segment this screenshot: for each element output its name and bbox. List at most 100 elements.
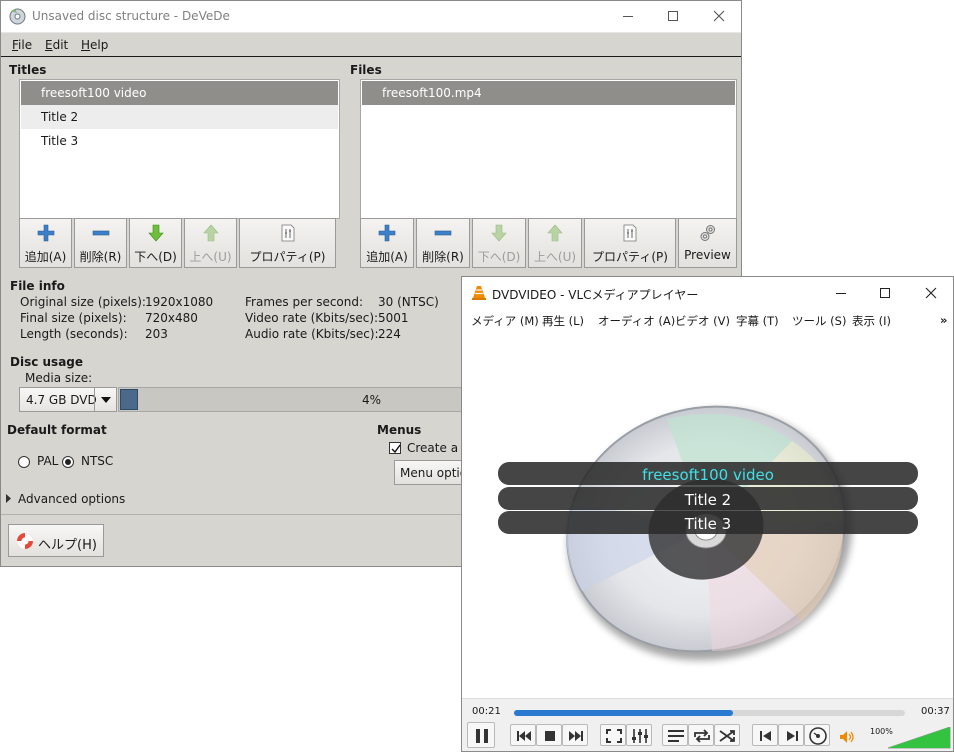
title-row[interactable]: Title 2 <box>21 105 338 129</box>
vlc-menu-media[interactable]: メディア (M) <box>471 313 539 329</box>
vlc-menubar: メディア (M) 再生 (L) オーディオ (A) ビデオ (V) 字幕 (T)… <box>462 309 953 331</box>
vlc-titlebar: DVDVIDEO - VLCメディアプレイヤー <box>462 277 953 309</box>
disc-usage-percent: 4% <box>362 393 382 407</box>
title-add-button[interactable]: 追加(A) <box>19 218 72 268</box>
next-chapter-button[interactable] <box>562 724 588 746</box>
disc-usage-fill <box>120 389 138 410</box>
dvd-menu-item-1[interactable]: freesoft100 video <box>642 466 774 484</box>
vlc-menu-view[interactable]: 表示 (I) <box>852 313 891 329</box>
vlc-window: DVDVIDEO - VLCメディアプレイヤー メディア (M) 再生 (L) … <box>461 276 954 752</box>
devede-titlebar: Unsaved disc structure - DeVeDe <box>1 1 741 33</box>
fps-value: 30 (NTSC) <box>378 295 439 309</box>
volume-slider[interactable] <box>888 727 952 749</box>
disc-menu-icon <box>809 727 827 745</box>
maximize-button[interactable] <box>651 1 697 33</box>
original-size-value: 1920x1080 <box>145 295 214 309</box>
close-icon <box>713 10 725 22</box>
dvd-menu-render: freesoft100 video Title 2 Title 3 <box>498 405 918 661</box>
fps-label: Frames per second: <box>245 295 364 309</box>
shuffle-button[interactable] <box>714 724 740 746</box>
vlc-close-button[interactable] <box>908 277 953 309</box>
seek-bar[interactable] <box>514 710 905 716</box>
frame-forward-icon <box>787 731 798 741</box>
title-move-down-button[interactable]: 下へ(D) <box>129 218 182 268</box>
audio-rate-label: Audio rate (Kbits/sec): <box>245 327 379 341</box>
titles-heading: Titles <box>9 63 47 77</box>
checkmark-icon <box>391 444 401 454</box>
vlc-maximize-button[interactable] <box>863 277 909 309</box>
dvd-menu-item-2[interactable]: Title 2 <box>684 491 731 509</box>
menus-heading: Menus <box>377 423 422 437</box>
preview-button[interactable]: Preview <box>678 218 737 268</box>
devede-menubar: File Edit Help <box>1 33 741 57</box>
vlc-menu-tools[interactable]: ツール (S) <box>792 313 846 329</box>
shuffle-icon <box>719 730 735 742</box>
chevron-down-icon <box>94 388 116 411</box>
file-properties-button[interactable]: プロパティ(P) <box>584 218 676 268</box>
loop-icon <box>694 729 710 743</box>
arrow-up-icon <box>202 224 219 242</box>
files-toolbar: 追加(A) 削除(R) 下へ(D) 上へ(U) プロパティ(P) Preview <box>360 218 737 268</box>
length-value: 203 <box>145 327 168 341</box>
minus-icon <box>434 230 452 236</box>
final-size-value: 720x480 <box>145 311 198 325</box>
file-remove-button[interactable]: 削除(R) <box>416 218 470 268</box>
properties-icon <box>281 224 294 242</box>
media-size-label: Media size: <box>25 371 93 385</box>
expander-arrow-icon[interactable] <box>6 494 12 503</box>
video-rate-value: 5001 <box>378 311 409 325</box>
menu-file[interactable]: File <box>12 38 32 52</box>
video-area[interactable]: freesoft100 video Title 2 Title 3 <box>462 331 953 698</box>
file-move-down-button[interactable]: 下へ(D) <box>472 218 526 268</box>
dvd-menu-button[interactable] <box>804 724 830 746</box>
vlc-minimize-button[interactable] <box>818 277 864 309</box>
playlist-button[interactable] <box>662 724 688 746</box>
menu-edit[interactable]: Edit <box>45 38 68 52</box>
title-move-up-button[interactable]: 上へ(U) <box>184 218 237 268</box>
vlc-cone-icon <box>472 286 486 300</box>
vlc-menu-playback[interactable]: 再生 (L) <box>542 313 584 329</box>
vlc-menu-audio[interactable]: オーディオ (A) <box>598 313 675 329</box>
devede-app-icon <box>9 8 26 25</box>
menu-help[interactable]: Help <box>81 38 108 52</box>
arrow-down-icon <box>147 224 164 242</box>
previous-frame-button[interactable] <box>752 724 778 746</box>
pal-radio[interactable] <box>18 456 30 468</box>
help-button[interactable]: ヘルプ(H) <box>8 524 104 557</box>
preview-gears-icon <box>700 225 715 241</box>
vlc-menu-overflow[interactable]: » <box>940 313 947 327</box>
advanced-options-expander[interactable]: Advanced options <box>18 492 125 506</box>
vlc-window-title: DVDVIDEO - VLCメディアプレイヤー <box>492 288 699 302</box>
media-size-dropdown[interactable]: 4.7 GB DVD <box>19 387 117 412</box>
media-size-value: 4.7 GB DVD <box>26 393 97 407</box>
title-remove-button[interactable]: 削除(R) <box>74 218 127 268</box>
equalizer-icon <box>632 729 648 743</box>
create-menu-checkbox[interactable] <box>389 442 401 454</box>
stop-button[interactable] <box>536 724 562 746</box>
loop-button[interactable] <box>688 724 714 746</box>
plus-icon <box>37 224 54 242</box>
vlc-menu-subtitle[interactable]: 字幕 (T) <box>736 313 779 329</box>
close-button[interactable] <box>697 1 743 33</box>
pause-button[interactable] <box>467 722 495 748</box>
speaker-icon[interactable] <box>839 730 855 744</box>
file-add-button[interactable]: 追加(A) <box>360 218 414 268</box>
previous-chapter-button[interactable] <box>510 724 536 746</box>
extended-settings-button[interactable] <box>626 724 652 746</box>
minimize-button[interactable] <box>605 1 651 33</box>
title-row[interactable]: freesoft100 video <box>21 81 338 105</box>
file-move-up-button[interactable]: 上へ(U) <box>528 218 582 268</box>
minus-icon <box>92 230 109 236</box>
time-total: 00:37 <box>921 706 950 717</box>
file-row[interactable]: freesoft100.mp4 <box>362 81 735 105</box>
title-properties-button[interactable]: プロパティ(P) <box>239 218 336 268</box>
vlc-menu-video[interactable]: ビデオ (V) <box>675 313 730 329</box>
ntsc-radio[interactable] <box>62 456 74 468</box>
vlc-controls: 00:21 00:37 100% <box>462 698 953 751</box>
seek-bar-fill <box>514 710 733 716</box>
dvd-menu-item-3[interactable]: Title 3 <box>684 515 731 533</box>
title-row[interactable]: Title 3 <box>21 129 338 153</box>
next-frame-button[interactable] <box>778 724 804 746</box>
fullscreen-button[interactable] <box>600 724 626 746</box>
time-elapsed: 00:21 <box>472 706 501 717</box>
